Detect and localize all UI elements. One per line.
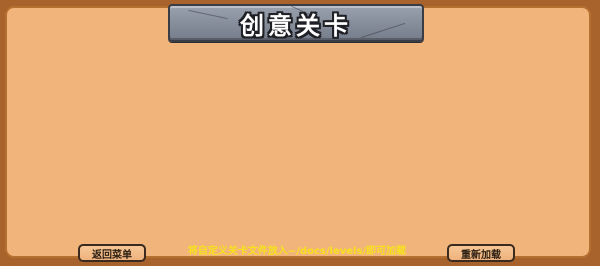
plaque-crack bbox=[188, 9, 228, 20]
reload-button[interactable]: 重新加载 bbox=[447, 244, 515, 262]
back-to-menu-button[interactable]: 返回菜单 bbox=[78, 244, 146, 262]
level-panel bbox=[5, 6, 591, 258]
plaque-crack bbox=[360, 22, 406, 39]
page-title: 创意关卡 bbox=[240, 11, 352, 40]
title-plaque: 创意关卡 bbox=[168, 4, 424, 42]
custom-level-hint: 将自定义关卡文件放入~/docs/levels/即可加载 bbox=[187, 246, 407, 257]
